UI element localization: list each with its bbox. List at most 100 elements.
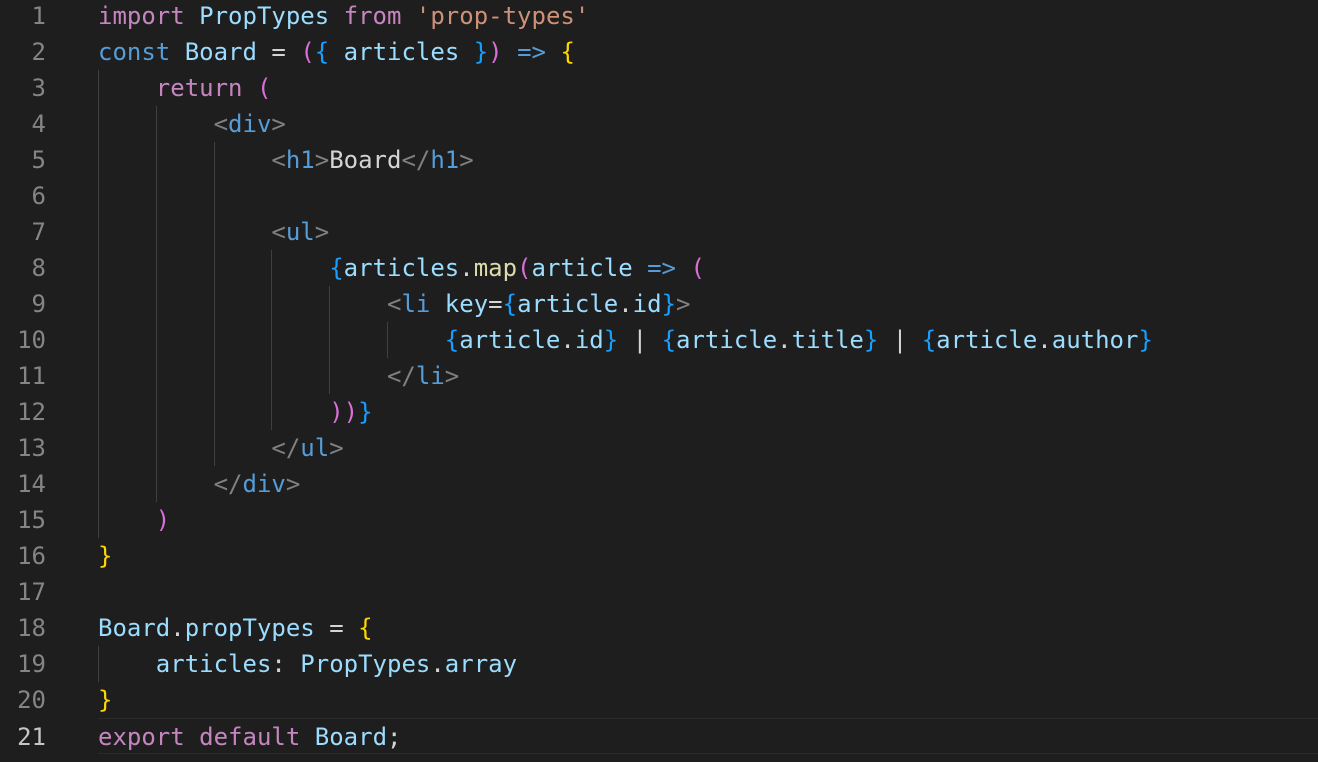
code-token: </ (386, 362, 416, 390)
line-code[interactable]: import PropTypes from 'prop-types' (98, 0, 589, 34)
code-line[interactable]: 19 articles: PropTypes.array (0, 646, 1318, 682)
line-number[interactable]: 11 (0, 358, 46, 394)
line-number[interactable]: 15 (0, 502, 46, 538)
code-editor[interactable]: 1 import PropTypes from 'prop-types' 2 cons… (0, 0, 1318, 762)
code-token: title (791, 326, 864, 354)
code-token: PropTypes (199, 2, 330, 30)
line-code[interactable]: <div> (98, 106, 286, 142)
line-number[interactable]: 9 (0, 286, 46, 322)
line-code[interactable]: const Board = ({ articles }) => { (98, 34, 575, 70)
code-token: } (863, 326, 879, 354)
code-token: => (517, 38, 546, 66)
code-line[interactable]: 1 import PropTypes from 'prop-types' (0, 0, 1318, 34)
line-number[interactable]: 14 (0, 466, 46, 502)
line-number[interactable]: 21 (0, 719, 46, 755)
line-number[interactable]: 17 (0, 574, 46, 610)
code-line[interactable]: 2 const Board = ({ articles }) => { (0, 34, 1318, 70)
code-line[interactable]: 21 export default Board; (17, 718, 1318, 755)
code-token: propTypes (184, 614, 315, 642)
code-token: key (444, 290, 489, 318)
line-number[interactable]: 7 (0, 214, 46, 250)
code-token: : (271, 650, 301, 678)
line-number[interactable]: 16 (0, 538, 46, 574)
line-code[interactable]: </div> (98, 466, 301, 502)
code-token: ul (300, 434, 330, 462)
code-line[interactable]: 9 <li key={article.id}> (0, 286, 1318, 322)
line-number[interactable]: 5 (0, 142, 46, 178)
line-code[interactable]: <h1>Board</h1> (98, 142, 474, 178)
line-code[interactable]: <li key={article.id}> (98, 286, 691, 322)
line-code[interactable]: {articles.map(article => ( (98, 250, 705, 286)
code-token: article (936, 326, 1038, 354)
code-line[interactable]: 5 <h1>Board</h1> (0, 142, 1318, 178)
line-number[interactable]: 2 (0, 34, 46, 70)
code-line[interactable]: 17 (0, 574, 1318, 610)
code-line[interactable]: 6 (0, 178, 1318, 214)
code-token: articles (329, 38, 474, 66)
code-token: articles (155, 650, 272, 678)
code-line[interactable]: 12 ))} (0, 394, 1318, 430)
code-line[interactable]: 16} (0, 538, 1318, 574)
line-code[interactable]: } (98, 682, 112, 718)
code-line[interactable]: 15 ) (0, 502, 1318, 538)
line-code[interactable]: {article.id} | {article.title} | {articl… (98, 322, 1153, 358)
line-number[interactable]: 20 (0, 682, 46, 718)
code-token: article (517, 290, 619, 318)
code-line[interactable]: 3 return ( (0, 70, 1318, 106)
line-code[interactable]: </li> (98, 358, 459, 394)
line-number[interactable]: 3 (0, 70, 46, 106)
line-number[interactable]: 13 (0, 430, 46, 466)
code-token: map (473, 254, 518, 282)
code-line[interactable]: 11 </li> (0, 358, 1318, 394)
code-token: | (618, 326, 662, 354)
code-line[interactable]: 8 {articles.map(article => ( (0, 250, 1318, 286)
code-token: } (358, 398, 373, 426)
code-line[interactable]: 4 <div> (0, 106, 1318, 142)
code-token: . (459, 254, 474, 282)
line-code[interactable]: export default Board; (98, 719, 401, 755)
code-token: li (401, 290, 431, 318)
line-code[interactable]: return ( (98, 70, 272, 106)
line-code[interactable]: Board.propTypes = { (98, 610, 373, 646)
code-token: { (502, 290, 518, 318)
code-token: = (488, 290, 503, 318)
code-token: > (459, 146, 474, 174)
code-line[interactable]: 7 <ul> (0, 214, 1318, 250)
line-number[interactable]: 18 (0, 610, 46, 646)
code-line[interactable]: 10 {article.id} | {article.title} | {art… (0, 322, 1318, 358)
code-token: > (271, 110, 286, 138)
line-code[interactable]: <ul> (98, 214, 329, 250)
line-number[interactable]: 6 (0, 178, 46, 214)
line-number[interactable]: 1 (0, 0, 46, 34)
line-number[interactable]: 10 (0, 322, 46, 358)
code-token: Board (329, 146, 402, 174)
line-code[interactable]: ))} (98, 394, 373, 430)
code-token: article (676, 326, 778, 354)
line-number[interactable]: 19 (0, 646, 46, 682)
code-line[interactable]: 14 </div> (0, 466, 1318, 502)
line-code[interactable]: </ul> (98, 430, 343, 466)
code-line[interactable]: 13 </ul> (0, 430, 1318, 466)
code-token: ( (256, 74, 272, 102)
code-line[interactable]: 18 Board.propTypes = { (0, 610, 1318, 646)
code-line[interactable]: 20} (0, 682, 1318, 718)
code-token: = (256, 38, 301, 66)
line-code[interactable]: ) (98, 502, 170, 538)
line-code[interactable]: articles: PropTypes.array (98, 646, 517, 682)
line-number[interactable]: 8 (0, 250, 46, 286)
code-token: . (618, 290, 633, 318)
line-code[interactable]: } (98, 538, 112, 574)
line-number[interactable]: 4 (0, 106, 46, 142)
line-number[interactable]: 12 (0, 394, 46, 430)
